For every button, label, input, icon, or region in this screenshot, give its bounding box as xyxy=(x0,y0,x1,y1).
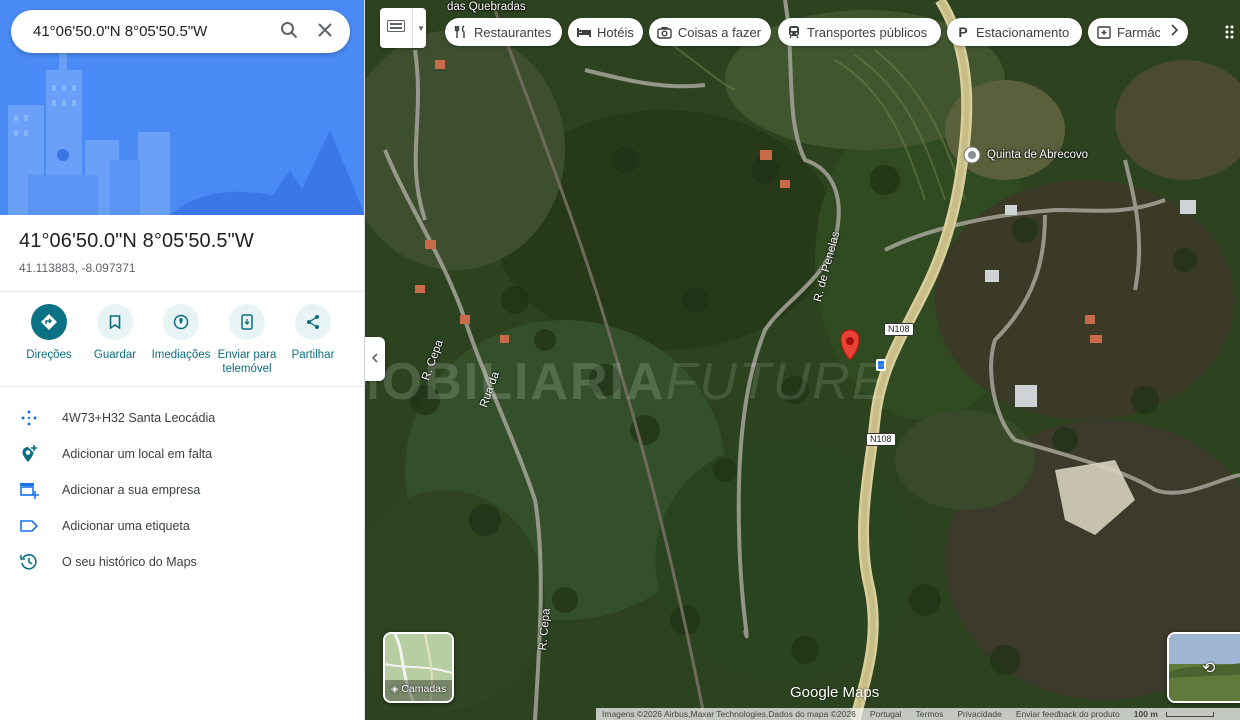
imagery-credit: Imagens ©2026 Airbus,Maxar Technologies,… xyxy=(602,709,856,719)
layers-icon: ◈ xyxy=(390,684,399,695)
pharmacy-icon xyxy=(1096,24,1112,40)
chip-label: Restaurantes xyxy=(474,24,552,40)
action-label: Guardar xyxy=(93,349,137,361)
divider xyxy=(0,386,364,387)
agency-watermark: IMOBILIARIAFUTURE xyxy=(320,352,888,412)
clear-search-button[interactable] xyxy=(309,16,341,48)
chevron-left-icon xyxy=(371,350,379,368)
street-view-thumbnail[interactable]: ⟲ xyxy=(1167,632,1240,703)
action-label: Enviar para telemóvel xyxy=(217,349,277,375)
directions-icon xyxy=(31,304,67,340)
layers-label-row: ◈ Camadas xyxy=(385,683,452,695)
country-link[interactable]: Portugal xyxy=(870,709,902,719)
add-place-icon xyxy=(19,444,39,464)
feedback-link[interactable]: Enviar feedback do produto xyxy=(1016,709,1120,719)
scale-bar xyxy=(1165,711,1214,717)
share-icon xyxy=(295,304,331,340)
road-shield-n108-b: N108 xyxy=(866,433,896,446)
place-decimal-coords: 41.113883, -8.097371 xyxy=(19,261,136,275)
chip-label: Farmác xyxy=(1117,24,1162,40)
map-label-top: das Quebradas xyxy=(447,1,526,13)
history-icon xyxy=(19,552,39,572)
chip-things-to-do[interactable]: Coisas a fazer xyxy=(649,18,771,46)
add-missing-place-text: Adicionar um local em falta xyxy=(62,447,213,461)
rotate-360-icon: ⟲ xyxy=(1202,660,1216,677)
chip-label: Hotéis xyxy=(597,24,634,40)
add-label-row[interactable]: Adicionar uma etiqueta xyxy=(0,508,364,544)
side-panel: 41°06'50.0"N 8°05'50.5"W 41.113883, -8.0… xyxy=(0,0,365,720)
maps-history-text: O seu histórico do Maps xyxy=(62,555,197,569)
scale-label[interactable]: 100 m xyxy=(1134,709,1158,719)
add-missing-place-row[interactable]: Adicionar um local em falta xyxy=(0,436,364,472)
search-button[interactable] xyxy=(273,16,305,48)
chips-scroll-right-button[interactable] xyxy=(1160,18,1188,46)
map-footer: Imagens ©2026 Airbus,Maxar Technologies,… xyxy=(596,708,1240,720)
send-to-phone-button[interactable]: Enviar para telemóvel xyxy=(212,304,282,376)
parking-icon: P xyxy=(958,24,968,40)
action-label: Direções xyxy=(26,349,72,361)
nearby-button[interactable]: Imediações xyxy=(146,304,216,362)
search-icon xyxy=(280,21,298,44)
action-label: Imediações xyxy=(151,349,211,361)
directions-button[interactable]: Direções xyxy=(14,304,84,362)
collapse-panel-button[interactable] xyxy=(365,337,385,381)
maps-history-row[interactable]: O seu histórico do Maps xyxy=(0,544,364,580)
label-icon xyxy=(19,516,39,536)
add-business-text: Adicionar a sua empresa xyxy=(62,483,201,497)
terms-link[interactable]: Termos xyxy=(916,709,944,719)
add-label-text: Adicionar uma etiqueta xyxy=(62,519,190,533)
search-box xyxy=(11,10,350,53)
add-business-row[interactable]: Adicionar a sua empresa xyxy=(0,472,364,508)
watermark-thin: FUTURE xyxy=(665,353,889,411)
poi-label-quinta[interactable]: Quinta de Abrecovo xyxy=(987,149,1088,161)
map-overlay-toggle[interactable]: ▼ xyxy=(380,8,426,48)
share-button[interactable]: Partilhar xyxy=(278,304,348,362)
action-label: Partilhar xyxy=(291,349,335,361)
divider xyxy=(412,8,413,48)
privacy-link[interactable]: Privacidade xyxy=(957,709,1001,719)
chip-transit[interactable]: Transportes públicos xyxy=(778,18,941,46)
add-business-icon xyxy=(19,480,39,500)
camera-icon xyxy=(657,24,673,40)
transit-icon xyxy=(786,24,802,40)
road-shield-n108-a: N108 xyxy=(884,323,914,336)
plus-code-icon xyxy=(19,408,39,428)
chevron-right-icon xyxy=(1169,23,1179,41)
bookmark-icon xyxy=(97,304,133,340)
maps-app: Quinta de Abrecovo das Quebradas R. de P… xyxy=(0,0,1240,720)
plus-code-row[interactable]: 4W73+H32 Santa Leocádia xyxy=(0,400,364,436)
place-title: 41°06'50.0"N 8°05'50.5"W xyxy=(19,230,254,252)
chevron-down-icon[interactable]: ▼ xyxy=(417,24,425,33)
send-to-phone-icon xyxy=(229,304,265,340)
restaurant-icon xyxy=(453,24,469,40)
nearby-icon xyxy=(163,304,199,340)
chip-label: Coisas a fazer xyxy=(677,24,761,40)
plus-code-text: 4W73+H32 Santa Leocádia xyxy=(62,411,216,425)
close-icon xyxy=(318,22,332,42)
layers-label: Camadas xyxy=(401,683,447,695)
google-maps-logo: Google Maps xyxy=(790,684,880,701)
layers-button[interactable]: ◈ Camadas xyxy=(383,632,454,703)
apps-grid-icon[interactable] xyxy=(1224,18,1238,46)
search-input[interactable] xyxy=(33,10,268,53)
chip-label: Transportes públicos xyxy=(807,24,928,40)
chip-parking[interactable]: P Estacionamento xyxy=(947,18,1082,46)
divider xyxy=(0,291,364,292)
save-button[interactable]: Guardar xyxy=(80,304,150,362)
hotel-icon xyxy=(576,24,592,40)
keyboard-icon xyxy=(387,19,405,37)
chip-restaurants[interactable]: Restaurantes xyxy=(445,18,562,46)
action-buttons: Direções Guardar Imediações Enviar para … xyxy=(14,304,354,384)
chip-hotels[interactable]: Hotéis xyxy=(568,18,643,46)
chip-label: Estacionamento xyxy=(976,24,1070,40)
